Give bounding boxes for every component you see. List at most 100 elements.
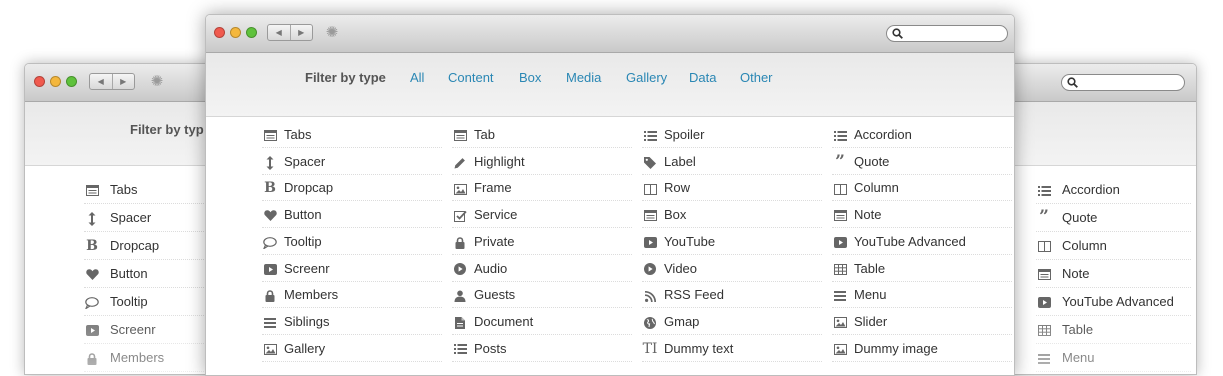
list-item[interactable]: Tab: [452, 122, 632, 148]
list-item-label: Audio: [474, 260, 508, 276]
list-item[interactable]: Spacer: [262, 149, 442, 175]
list-item[interactable]: Guests: [452, 282, 632, 309]
list-item-label: Row: [664, 180, 691, 196]
list-item[interactable]: Document: [452, 309, 632, 335]
list-item[interactable]: Accordion: [832, 122, 1012, 148]
close-icon[interactable]: [34, 76, 45, 87]
list-item[interactable]: B Dropcap: [84, 232, 214, 260]
list-item[interactable]: Dummy image: [832, 336, 1012, 362]
back-arrow-icon[interactable]: ◀: [268, 25, 290, 40]
list-item[interactable]: Screenr: [262, 256, 442, 282]
zoom-icon[interactable]: [66, 76, 77, 87]
list-item-label: Quote: [854, 153, 890, 169]
back-arrow-icon[interactable]: ◀: [90, 74, 112, 89]
list-item-label: Column: [854, 180, 899, 196]
loading-spinner-icon: ✺: [325, 24, 339, 41]
list-item[interactable]: ” Quote: [832, 149, 1012, 175]
list-item[interactable]: Spoiler: [642, 122, 822, 148]
list-item[interactable]: Table: [832, 256, 1012, 282]
list-icon: [832, 282, 848, 308]
quote-icon: ”: [835, 151, 845, 172]
list-item-label: Spoiler: [664, 127, 705, 142]
list-item[interactable]: YouTube Advanced: [832, 229, 1012, 255]
list-item[interactable]: Button: [84, 260, 214, 288]
list-item[interactable]: B Dropcap: [262, 175, 442, 202]
tabs-icon: [452, 122, 468, 148]
minimize-icon[interactable]: [50, 76, 61, 87]
list-item[interactable]: Note: [1036, 260, 1191, 288]
forward-arrow-icon[interactable]: ▶: [111, 74, 135, 89]
list-item[interactable]: Column: [832, 175, 1012, 202]
filter-all-link[interactable]: All: [410, 70, 424, 85]
list-item-label: Table: [1062, 322, 1094, 337]
filter-content-link[interactable]: Content: [448, 70, 494, 85]
list-item[interactable]: Tabs: [84, 176, 214, 204]
list-item[interactable]: Table: [1036, 316, 1191, 344]
list-item[interactable]: TI Dummy text: [642, 336, 822, 362]
image-icon: [262, 336, 278, 362]
list-item[interactable]: Spacer: [84, 204, 214, 232]
text-icon: TI: [642, 340, 658, 357]
list-item[interactable]: Accordion: [1036, 176, 1191, 204]
lock-icon: [262, 282, 278, 308]
list-item[interactable]: Note: [832, 202, 1012, 229]
list-item[interactable]: Menu: [832, 282, 1012, 309]
list-item[interactable]: Tabs: [262, 122, 442, 148]
list-item[interactable]: Posts: [452, 336, 632, 362]
search-input[interactable]: [886, 25, 1008, 42]
list-item[interactable]: Gallery: [262, 336, 442, 362]
list-item[interactable]: Highlight: [452, 149, 632, 175]
filter-box-link[interactable]: Box: [519, 70, 541, 85]
filter-media-link[interactable]: Media: [566, 70, 601, 85]
list-item[interactable]: Gmap: [642, 309, 822, 335]
heart-icon: [262, 202, 278, 228]
list-item[interactable]: Box: [642, 202, 822, 229]
list-item[interactable]: ” Quote: [1036, 204, 1191, 232]
list-item[interactable]: YouTube: [642, 229, 822, 255]
minimize-icon[interactable]: [230, 27, 241, 38]
list-item[interactable]: Menu: [1036, 344, 1191, 372]
list-item-label: Spacer: [284, 153, 326, 169]
list-item-label: Column: [1062, 238, 1107, 253]
search-input[interactable]: [1061, 74, 1185, 91]
list-item[interactable]: Screenr: [84, 316, 214, 344]
list-item[interactable]: Label: [642, 149, 822, 175]
list-item[interactable]: Members: [84, 344, 214, 372]
filter-gallery-link[interactable]: Gallery: [626, 70, 667, 85]
list-item[interactable]: Slider: [832, 309, 1012, 335]
list-item[interactable]: Frame: [452, 175, 632, 202]
filter-other-link[interactable]: Other: [740, 70, 773, 85]
list-item-label: Highlight: [474, 153, 525, 169]
list-item[interactable]: Tooltip: [84, 288, 214, 316]
list-ul-icon: [452, 336, 468, 362]
zoom-icon[interactable]: [246, 27, 257, 38]
list-item[interactable]: Tooltip: [262, 229, 442, 255]
list-item[interactable]: Members: [262, 282, 442, 309]
tabs-icon: [642, 202, 658, 228]
list-item[interactable]: YouTube Advanced: [1036, 288, 1191, 316]
list-item-label: Frame: [474, 180, 512, 196]
list-ul-icon: [1036, 176, 1052, 204]
list-item[interactable]: Audio: [452, 256, 632, 282]
pencil-icon: [452, 149, 468, 175]
list-item-label: Gallery: [284, 340, 326, 356]
list-item-label: Table: [854, 260, 886, 276]
dropcap-icon: B: [264, 180, 276, 197]
close-icon[interactable]: [214, 27, 225, 38]
list-item-label: Members: [284, 287, 339, 303]
list-item-label: Screenr: [284, 260, 330, 276]
forward-arrow-icon[interactable]: ▶: [289, 25, 313, 40]
list-item-label: Guests: [474, 287, 516, 303]
list-item[interactable]: RSS Feed: [642, 282, 822, 309]
filter-data-link[interactable]: Data: [689, 70, 716, 85]
play-icon: [84, 316, 100, 344]
list-item[interactable]: Row: [642, 175, 822, 202]
list-item-label: Button: [284, 207, 322, 223]
list-item[interactable]: Column: [1036, 232, 1191, 260]
list-item[interactable]: Siblings: [262, 309, 442, 335]
filter-bar: Filter by type All Content Box Media Gal…: [206, 53, 1014, 117]
list-item[interactable]: Video: [642, 256, 822, 282]
list-item[interactable]: Service: [452, 202, 632, 229]
list-item[interactable]: Private: [452, 229, 632, 255]
list-item[interactable]: Button: [262, 202, 442, 229]
